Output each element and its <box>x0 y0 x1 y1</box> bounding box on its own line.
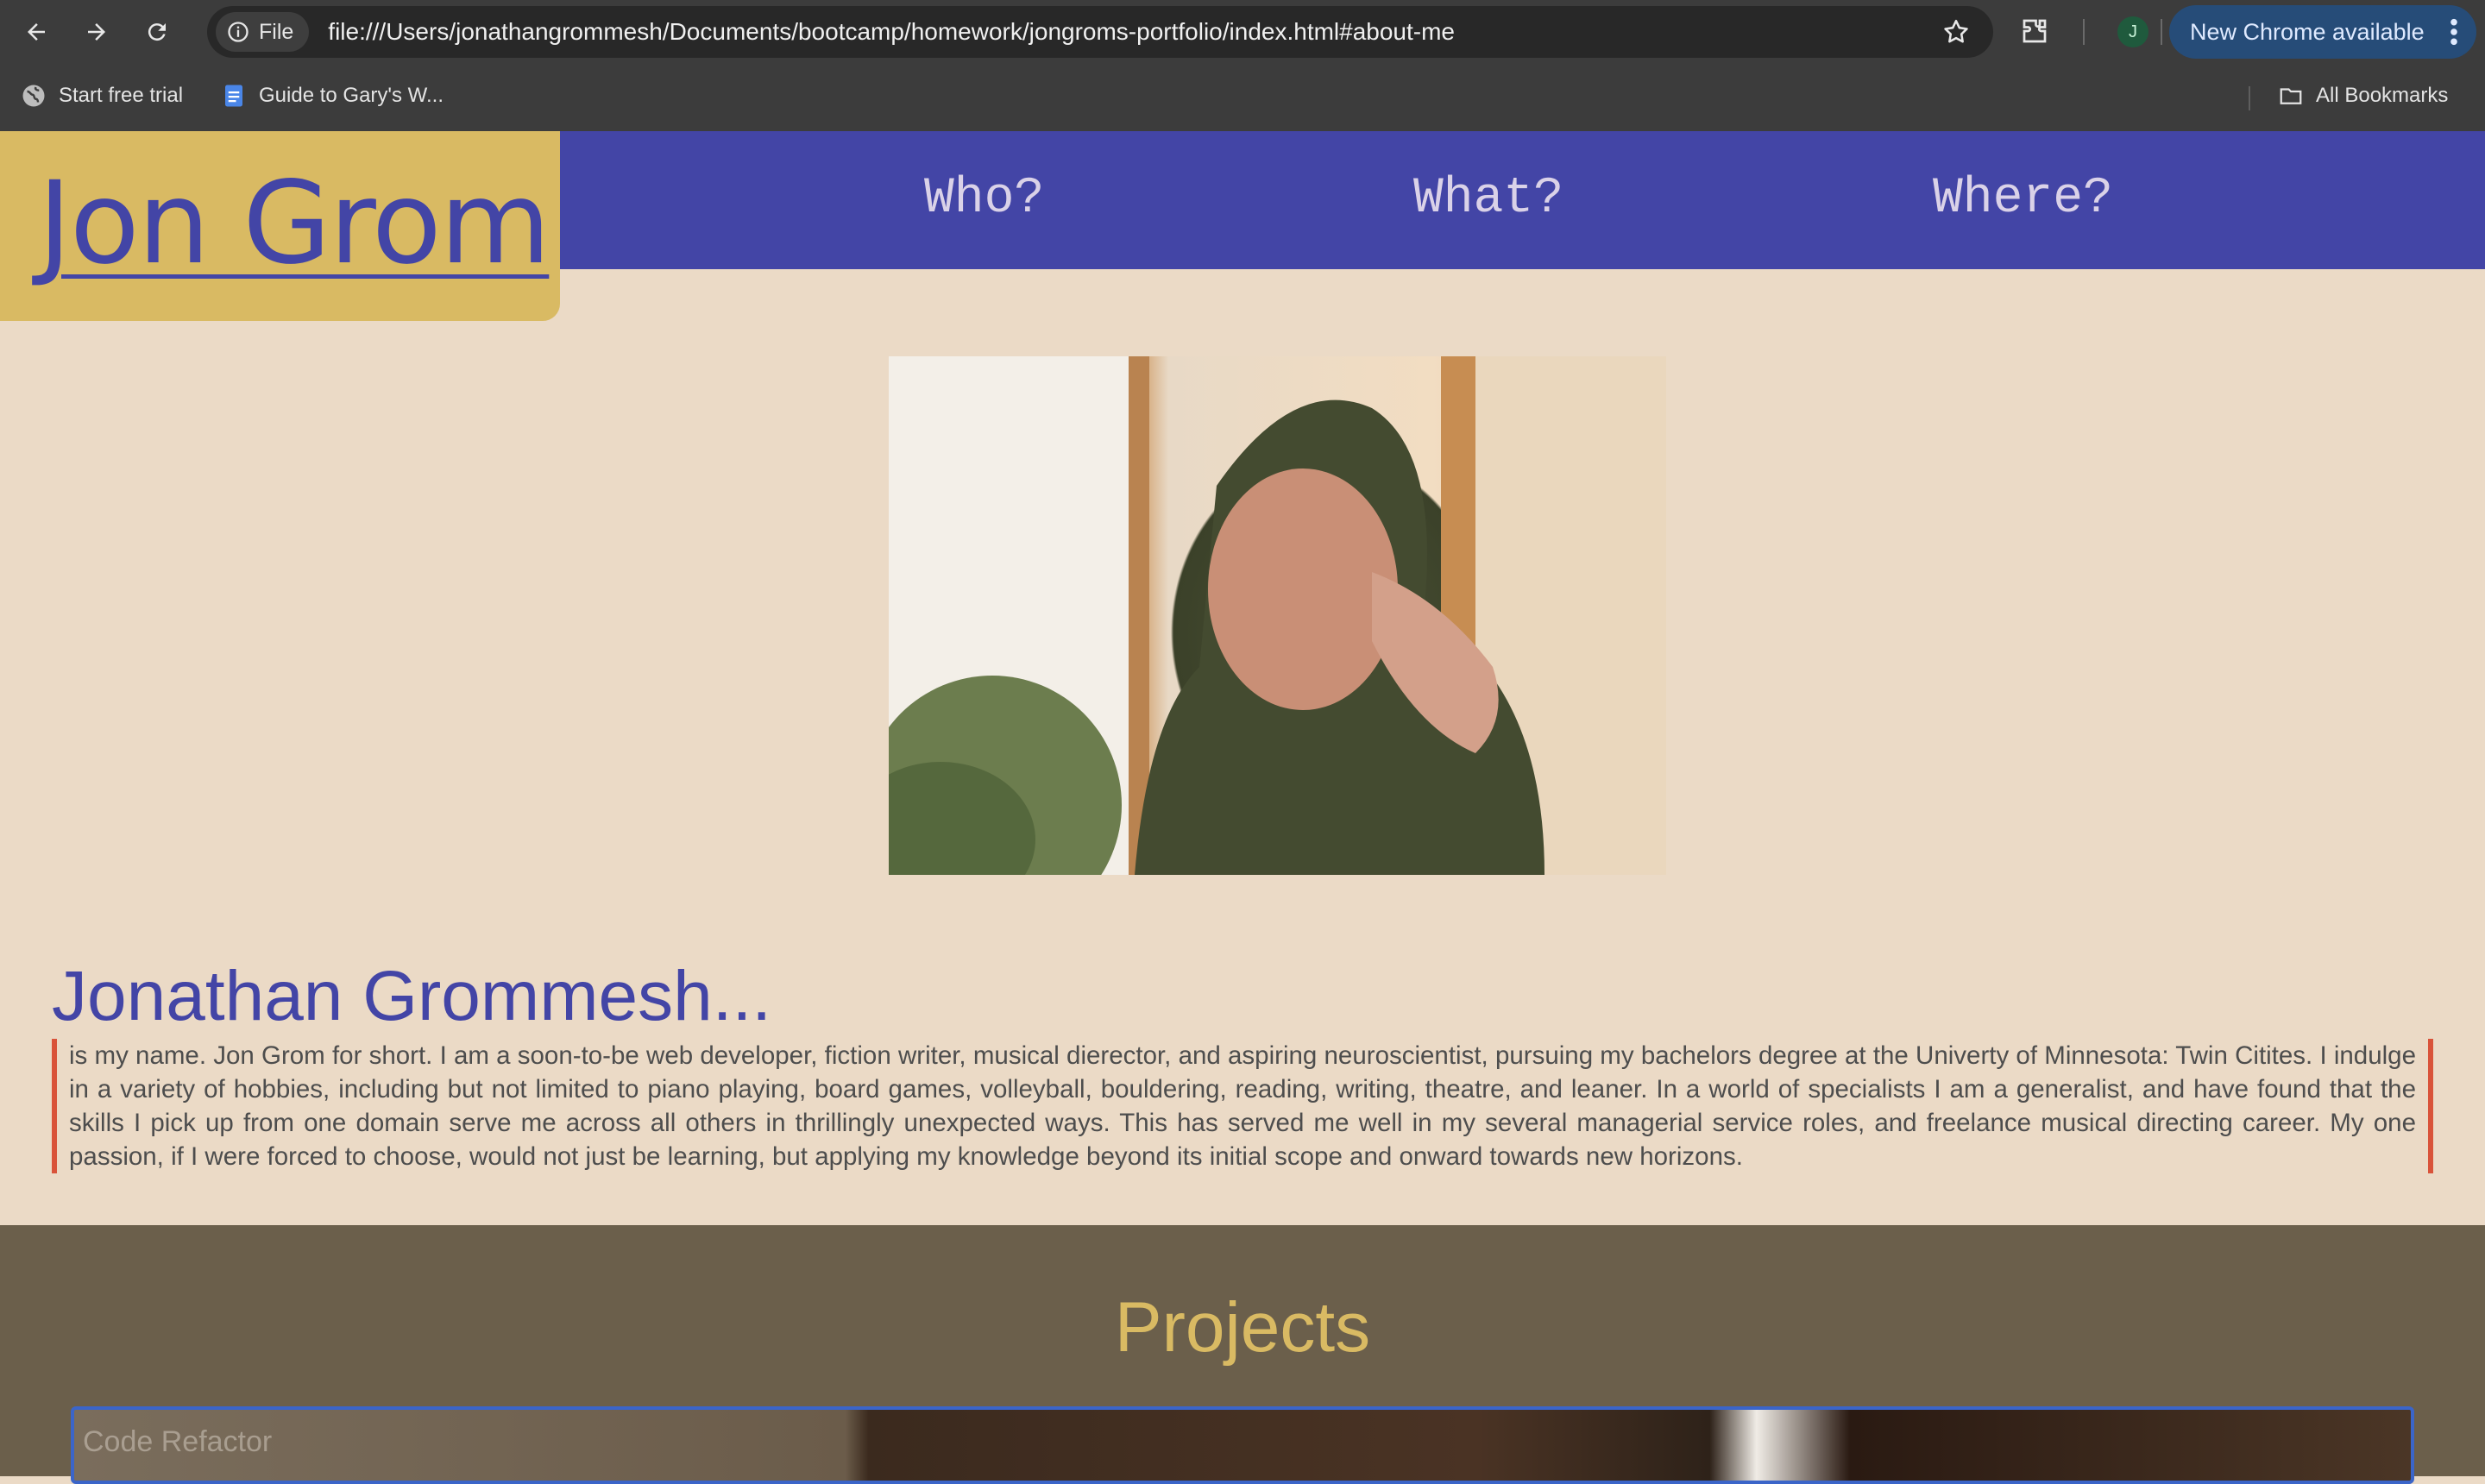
bookmark-guide[interactable]: Guide to Gary's W... <box>221 83 444 109</box>
bookmark-label: Start free trial <box>59 84 184 107</box>
docs-icon <box>225 85 242 107</box>
back-button[interactable] <box>12 8 60 56</box>
bookmarks-divider <box>2249 86 2250 110</box>
project-card[interactable]: Code Refactor <box>71 1406 2414 1484</box>
globe-icon <box>22 85 45 107</box>
extensions-puzzle-icon[interactable] <box>2019 16 2050 47</box>
reload-button[interactable] <box>133 8 181 56</box>
update-chrome-button[interactable]: New Chrome available <box>2169 5 2476 59</box>
profile-photo <box>889 356 1666 875</box>
nav-link-what[interactable]: What? <box>1413 171 1563 227</box>
more-vert-icon <box>2450 18 2457 46</box>
scheme-label: File <box>259 19 294 44</box>
arrow-right-icon <box>88 23 105 41</box>
brand-link[interactable]: Jon Grom <box>38 157 550 290</box>
brand-box: Jon Grom <box>0 131 560 321</box>
toolbar-divider <box>2083 19 2085 45</box>
bookmark-label: Guide to Gary's W... <box>259 84 444 107</box>
portrait-image <box>889 356 1666 875</box>
page-content: Who? What? Where? Jon Grom Jonathan Grom… <box>0 131 2485 1484</box>
forward-button[interactable] <box>72 8 121 56</box>
profile-avatar[interactable]: J <box>2117 16 2148 47</box>
info-icon <box>228 22 248 42</box>
folder-icon <box>2280 88 2302 104</box>
about-heading: Jonathan Grommesh... <box>52 957 772 1035</box>
bookmark-star-icon[interactable] <box>1941 17 1971 47</box>
toolbar-divider <box>2161 19 2162 45</box>
bookmarks-bar: Start free trial Guide to Gary's W... Al… <box>0 64 2485 131</box>
projects-heading: Projects <box>1114 1288 1371 1367</box>
update-chrome-label: New Chrome available <box>2190 18 2425 45</box>
about-paragraph: is my name. Jon Grom for short. I am a s… <box>52 1039 2433 1173</box>
address-bar[interactable]: File file:///Users/jonathangrommesh/Docu… <box>207 6 1993 58</box>
nav-link-who[interactable]: Who? <box>924 171 1044 227</box>
all-bookmarks-button[interactable]: All Bookmarks <box>2278 83 2448 109</box>
nav-link-where[interactable]: Where? <box>1933 171 2113 227</box>
reload-icon <box>148 23 166 41</box>
all-bookmarks-label: All Bookmarks <box>2316 84 2449 107</box>
site-info-chip[interactable]: File <box>216 12 310 52</box>
browser-toolbar: File file:///Users/jonathangrommesh/Docu… <box>0 0 2485 64</box>
url-text[interactable]: file:///Users/jonathangrommesh/Documents… <box>328 18 1455 46</box>
bookmark-start-free-trial[interactable]: Start free trial <box>21 83 183 109</box>
projects-section: Projects Code Refactor <box>0 1225 2485 1484</box>
arrow-left-icon <box>28 23 45 41</box>
project-card-label: Code Refactor <box>83 1425 273 1458</box>
